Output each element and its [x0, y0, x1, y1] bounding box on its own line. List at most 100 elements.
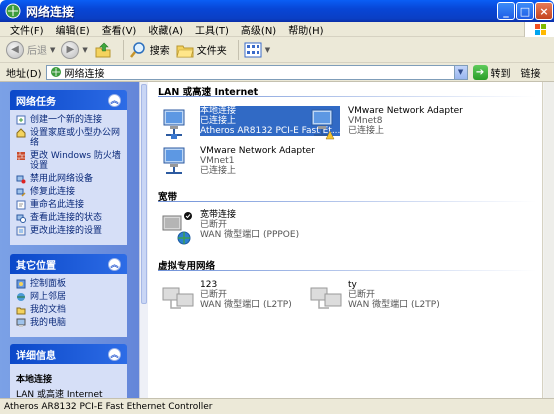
- menu-advanced[interactable]: 高级(N): [235, 22, 282, 37]
- network-tasks-panel: 网络任务 ︽ 创建一个新的连接 设置家庭或小型办公网络 更改 Windows 防…: [10, 90, 127, 245]
- place-network-neighborhood[interactable]: 网上邻居: [16, 292, 123, 302]
- minimize-button[interactable]: _: [497, 2, 515, 20]
- details-header[interactable]: 详细信息 ︽: [10, 344, 127, 364]
- menu-favorites[interactable]: 收藏(A): [142, 22, 189, 37]
- address-label: 地址(D): [6, 68, 42, 80]
- details-panel: 详细信息 ︽ 本地连接 LAN 或高速 Internet: [10, 344, 127, 398]
- collapse-icon[interactable]: ︽: [108, 257, 121, 271]
- connection-name: 123: [200, 280, 218, 290]
- up-folder-icon: [95, 42, 111, 57]
- search-icon: [129, 41, 145, 58]
- group-header-vpn: 虚拟专用网络: [158, 258, 536, 272]
- connection-vmnet8[interactable]: VMware Network Adapter VMnet8 已连接上: [308, 106, 463, 142]
- connection-vpn-123[interactable]: 123 已断开 WAN 微型端口 (L2TP): [160, 280, 292, 316]
- folder-icon: [176, 45, 194, 57]
- vpn-connection-icon: [310, 287, 342, 309]
- address-input[interactable]: 网络连接 ▼: [45, 64, 468, 80]
- place-my-computer[interactable]: 我的电脑: [16, 318, 123, 328]
- task-home-network[interactable]: 设置家庭或小型办公网络: [16, 128, 123, 148]
- chevron-down-icon: ▼: [50, 45, 56, 54]
- menu-help[interactable]: 帮助(H): [282, 22, 329, 37]
- connection-vpn-ty[interactable]: ty 已断开 WAN 微型端口 (L2TP): [308, 280, 440, 316]
- connection-name: VMware Network Adapter: [348, 106, 463, 116]
- forward-arrow-icon: ▶: [61, 40, 80, 59]
- task-rename-connection[interactable]: 重命名此连接: [16, 200, 123, 210]
- back-button[interactable]: ◀ 后退 ▼: [6, 40, 56, 59]
- toolbar-separator: [237, 39, 239, 60]
- title-bar[interactable]: 网络连接 _ □ ×: [0, 0, 554, 22]
- new-connection-icon: [16, 115, 26, 125]
- connection-status: 已断开: [200, 220, 228, 230]
- folders-button[interactable]: 文件夹: [176, 41, 227, 59]
- address-dropdown-button[interactable]: ▼: [453, 65, 467, 79]
- task-create-connection[interactable]: 创建一个新的连接: [16, 115, 123, 125]
- place-my-documents[interactable]: 我的文档: [16, 305, 123, 315]
- task-disable-device[interactable]: 禁用此网络设备: [16, 174, 123, 184]
- settings-icon: [16, 226, 26, 236]
- connection-sub: VMnet8: [348, 116, 383, 126]
- task-pane: 网络任务 ︽ 创建一个新的连接 设置家庭或小型办公网络 更改 Windows 防…: [0, 82, 145, 398]
- menu-edit[interactable]: 编辑(E): [50, 22, 96, 37]
- task-change-settings[interactable]: 更改此连接的设置: [16, 226, 123, 236]
- vpn-connection-icon: [162, 287, 194, 309]
- connection-name: ty: [348, 280, 357, 290]
- connection-name: VMware Network Adapter: [200, 146, 315, 156]
- connection-device: WAN 微型端口 (L2TP): [348, 300, 440, 310]
- toolbar-separator: [122, 39, 124, 60]
- links-button[interactable]: 链接: [521, 65, 541, 80]
- close-button[interactable]: ×: [535, 2, 553, 20]
- connections-view: LAN 或高速 Internet 本地连接 已连接上 Atheros AR813…: [148, 82, 542, 398]
- toolbar: ◀ 后退 ▼ ▶ ▼ 搜索 文件夹 ▼: [0, 37, 554, 63]
- task-pane-scrollbar[interactable]: [139, 82, 148, 398]
- lan-connection-icon: [311, 109, 335, 140]
- maximize-button[interactable]: □: [516, 2, 534, 20]
- connection-sub: VMnet1: [200, 156, 235, 166]
- menu-tools[interactable]: 工具(T): [189, 22, 235, 37]
- details-name: 本地连接: [16, 375, 53, 385]
- views-button[interactable]: ▼: [244, 42, 270, 58]
- task-view-status[interactable]: 查看此连接的状态: [16, 213, 123, 223]
- broadband-connection-icon: [162, 212, 192, 245]
- disable-device-icon: [16, 175, 26, 184]
- forward-button[interactable]: ▶ ▼: [61, 40, 88, 59]
- rename-icon: [16, 200, 26, 210]
- connection-vmnet1[interactable]: VMware Network Adapter VMnet1 已连接上: [160, 144, 315, 180]
- task-repair-connection[interactable]: 修复此连接: [16, 187, 123, 197]
- connection-device: WAN 微型端口 (PPPOE): [200, 230, 300, 240]
- group-header-broadband: 宽带: [158, 189, 536, 203]
- search-button[interactable]: 搜索: [129, 41, 170, 59]
- connection-broadband[interactable]: 宽带连接 已断开 WAN 微型端口 (PPPOE): [160, 210, 299, 246]
- details-type: LAN 或高速 Internet: [16, 390, 103, 398]
- other-places-header[interactable]: 其它位置 ︽: [10, 254, 127, 274]
- connection-status: 已连接上: [200, 166, 237, 176]
- connections-scrollbar[interactable]: [542, 82, 554, 398]
- go-button[interactable]: ➔ 转到: [472, 64, 511, 80]
- menu-bar: 文件(F) 编辑(E) 查看(V) 收藏(A) 工具(T) 高级(N) 帮助(H…: [0, 22, 554, 37]
- connection-device: WAN 微型端口 (L2TP): [200, 300, 292, 310]
- window-title: 网络连接: [26, 4, 75, 19]
- collapse-icon[interactable]: ︽: [108, 93, 121, 107]
- task-firewall-settings[interactable]: 更改 Windows 防火墙设置: [16, 151, 123, 171]
- menu-view[interactable]: 查看(V): [96, 22, 143, 37]
- network-tasks-header[interactable]: 网络任务 ︽: [10, 90, 127, 110]
- collapse-icon[interactable]: ︽: [108, 347, 121, 361]
- network-connections-icon: [50, 67, 61, 77]
- home-network-icon: [16, 128, 26, 138]
- place-control-panel[interactable]: 控制面板: [16, 279, 123, 289]
- group-header-lan: LAN 或高速 Internet: [158, 84, 536, 98]
- network-places-icon: [17, 293, 25, 301]
- status-bar: Atheros AR8132 PCI-E Fast Ethernet Contr…: [0, 398, 554, 414]
- other-places-panel: 其它位置 ︽ 控制面板 网上邻居 我的文档 我的电脑: [10, 254, 127, 337]
- menu-file[interactable]: 文件(F): [4, 22, 50, 37]
- up-folder-button[interactable]: [94, 41, 112, 59]
- windows-logo-icon: [524, 22, 554, 37]
- network-connections-icon: [5, 3, 21, 19]
- control-panel-icon: [16, 279, 26, 289]
- connection-status: 已断开: [200, 290, 228, 300]
- lan-connection-icon: [163, 109, 185, 139]
- back-arrow-icon: ◀: [6, 40, 24, 59]
- views-icon: [244, 42, 262, 57]
- address-bar: 地址(D) 网络连接 ▼ ➔ 转到 链接: [0, 63, 554, 82]
- connection-status: 已断开: [348, 290, 376, 300]
- lan-connection-icon: [163, 147, 185, 174]
